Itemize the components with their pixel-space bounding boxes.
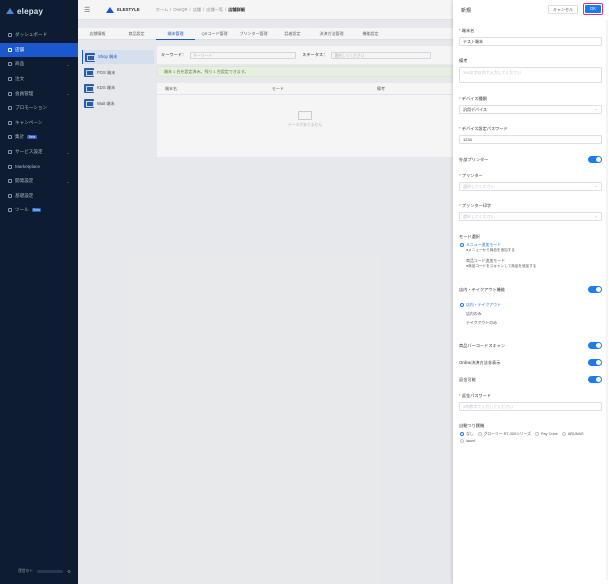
eat-label: 店内・テイクアウト機能 [459, 287, 505, 292]
mode-menu-radio[interactable]: メニュー追加モード ●メニューから商品を追加する [460, 242, 515, 253]
auto-change-none-label: なし [466, 432, 474, 436]
radio-icon [535, 432, 540, 437]
drawer-backdrop[interactable] [0, 0, 453, 584]
mode-code-sub: ●商品コードをスキャンして商品を追加する [466, 263, 537, 268]
refund-label: 返金可能 [459, 377, 476, 382]
name-label: 端末名 [459, 28, 475, 34]
online-hide-label: Online決済方法非表示 [459, 360, 501, 365]
online-hide-toggle[interactable] [588, 359, 602, 366]
radio-selected-icon [460, 243, 464, 248]
eat-option-both[interactable]: 店内・テイクアウト [460, 302, 501, 308]
device-name-input[interactable]: テスト端末 [459, 37, 602, 46]
device-password-label: デバイス設定パスワード [459, 126, 508, 132]
auto-change-laurel-label: laurel [466, 438, 476, 443]
mode-label: モード選択 [459, 234, 480, 239]
auto-change-arunas[interactable]: ARUNAS [561, 432, 584, 437]
auto-change-arunas-label: ARUNAS [567, 432, 584, 436]
radio-icon [460, 321, 464, 325]
radio-selected-icon [460, 432, 464, 437]
barcode-toggle[interactable] [588, 342, 602, 349]
ok-button-label: OK [585, 5, 601, 13]
refund-password-label: 返金パスワード [459, 393, 491, 399]
refund-password-input[interactable]: 4桁数字で入力してください [459, 402, 602, 411]
radio-icon [561, 432, 566, 437]
eat-both-label: 店内・テイクアウト [466, 302, 501, 307]
printer-select[interactable]: 選択してください [459, 182, 602, 191]
external-printer-label: 外部プリンター [459, 157, 489, 162]
drawer-title: 新規 [461, 7, 472, 14]
memo-textarea[interactable]: 300文字以内で入力してください [459, 67, 602, 83]
mode-menu-sub: ●メニューから商品を追加する [466, 247, 515, 252]
device-type-label: デバイス種類 [459, 96, 487, 102]
auto-change-glory[interactable]: グローリー RT-300シリーズ [477, 432, 532, 437]
eat-toggle[interactable] [588, 286, 602, 293]
auto-change-none[interactable]: なし [460, 432, 474, 437]
radio-icon [477, 432, 482, 437]
printer-label: プリンター [459, 173, 483, 179]
mode-code-radio[interactable]: 商品コード追加モード ●商品コードをスキャンして商品を追加する [460, 258, 537, 269]
auto-change-glory-label: グローリー RT-300シリーズ [483, 432, 532, 436]
drawer-header: 新規 キャンセル OK [453, 0, 609, 20]
drawer-scrollbar[interactable] [606, 20, 608, 580]
device-type-select[interactable]: 汎用デバイス [459, 105, 602, 114]
refund-toggle[interactable] [588, 376, 602, 383]
auto-change-options: なし グローリー RT-300シリーズ Pay Cube ARUNAS laur… [460, 432, 600, 443]
eat-takeout-label: テイクアウトのみ [466, 320, 498, 325]
auto-change-laurel[interactable]: laurel [460, 439, 475, 444]
eat-option-takeout[interactable]: テイクアウトのみ [460, 320, 498, 326]
printer-print-select[interactable]: 選択してください [459, 212, 602, 221]
auto-change-label: 自動つり銭機 [459, 423, 485, 428]
radio-selected-icon [460, 303, 464, 308]
printer-print-label: プリンター印字 [459, 203, 491, 209]
eat-instore-label: 店内のみ [466, 311, 482, 316]
external-printer-toggle[interactable] [588, 156, 602, 163]
eat-option-instore[interactable]: 店内のみ [460, 311, 482, 317]
barcode-label: 商品バーコードスキャン [459, 343, 506, 348]
auto-change-paycube-label: Pay Cube [541, 432, 558, 436]
radio-icon [460, 312, 464, 316]
auto-change-paycube[interactable]: Pay Cube [535, 432, 558, 437]
memo-label: 備考 [459, 58, 468, 63]
device-password-input[interactable]: 1234 [459, 135, 602, 144]
cancel-button[interactable]: キャンセル [548, 5, 578, 14]
radio-icon [460, 438, 464, 443]
ok-button[interactable]: OK [583, 3, 603, 15]
